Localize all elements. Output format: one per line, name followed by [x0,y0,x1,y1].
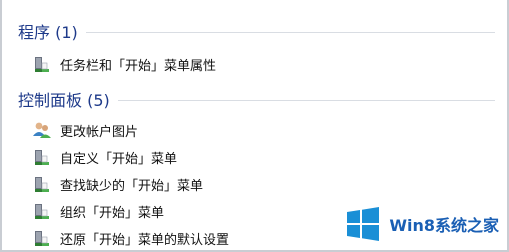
group-header-programs[interactable]: 程序 (1) [18,18,495,44]
taskbar-properties-icon [32,201,52,221]
watermark-text: Win8系统之家 [389,216,499,235]
result-item-organize-start-menu[interactable]: 组织「开始」菜单 [32,200,164,222]
group-programs: 程序 (1) [18,18,495,44]
group-separator [85,32,495,33]
search-results-panel: 程序 (1) 任务栏和「开始」菜单属性 控制面板 (5) 更改帐户图片 自定义「… [0,0,509,252]
result-item-taskbar-properties[interactable]: 任务栏和「开始」菜单属性 [32,53,216,75]
result-item-label: 还原「开始」菜单的默认设置 [60,232,230,248]
taskbar-properties-icon [32,147,52,167]
result-item-label: 组织「开始」菜单 [60,205,165,221]
result-item-label: 查找缺少的「开始」菜单 [60,178,204,194]
result-item-label: 任务栏和「开始」菜单属性 [60,58,217,74]
group-title-control-panel[interactable]: 控制面板 (5) [18,87,110,111]
watermark: Win8系统之家 [345,206,499,242]
result-item-label: 更改帐户图片 [60,124,139,140]
taskbar-properties-icon [32,54,52,74]
result-item-change-account-picture[interactable]: 更改帐户图片 [32,119,138,141]
group-header-control-panel[interactable]: 控制面板 (5) [18,86,495,112]
windows-logo-icon [345,206,381,242]
result-item-label: 自定义「开始」菜单 [60,151,178,167]
result-item-customize-start-menu[interactable]: 自定义「开始」菜单 [32,146,177,168]
group-control-panel: 控制面板 (5) [18,86,495,112]
taskbar-properties-icon [32,228,52,248]
group-separator [117,100,495,101]
result-item-find-missing-start-menu[interactable]: 查找缺少的「开始」菜单 [32,173,203,195]
group-title-programs[interactable]: 程序 (1) [18,19,78,43]
result-item-restore-start-menu-defaults[interactable]: 还原「开始」菜单的默认设置 [32,227,229,249]
taskbar-properties-icon [32,174,52,194]
user-accounts-icon [32,120,52,140]
